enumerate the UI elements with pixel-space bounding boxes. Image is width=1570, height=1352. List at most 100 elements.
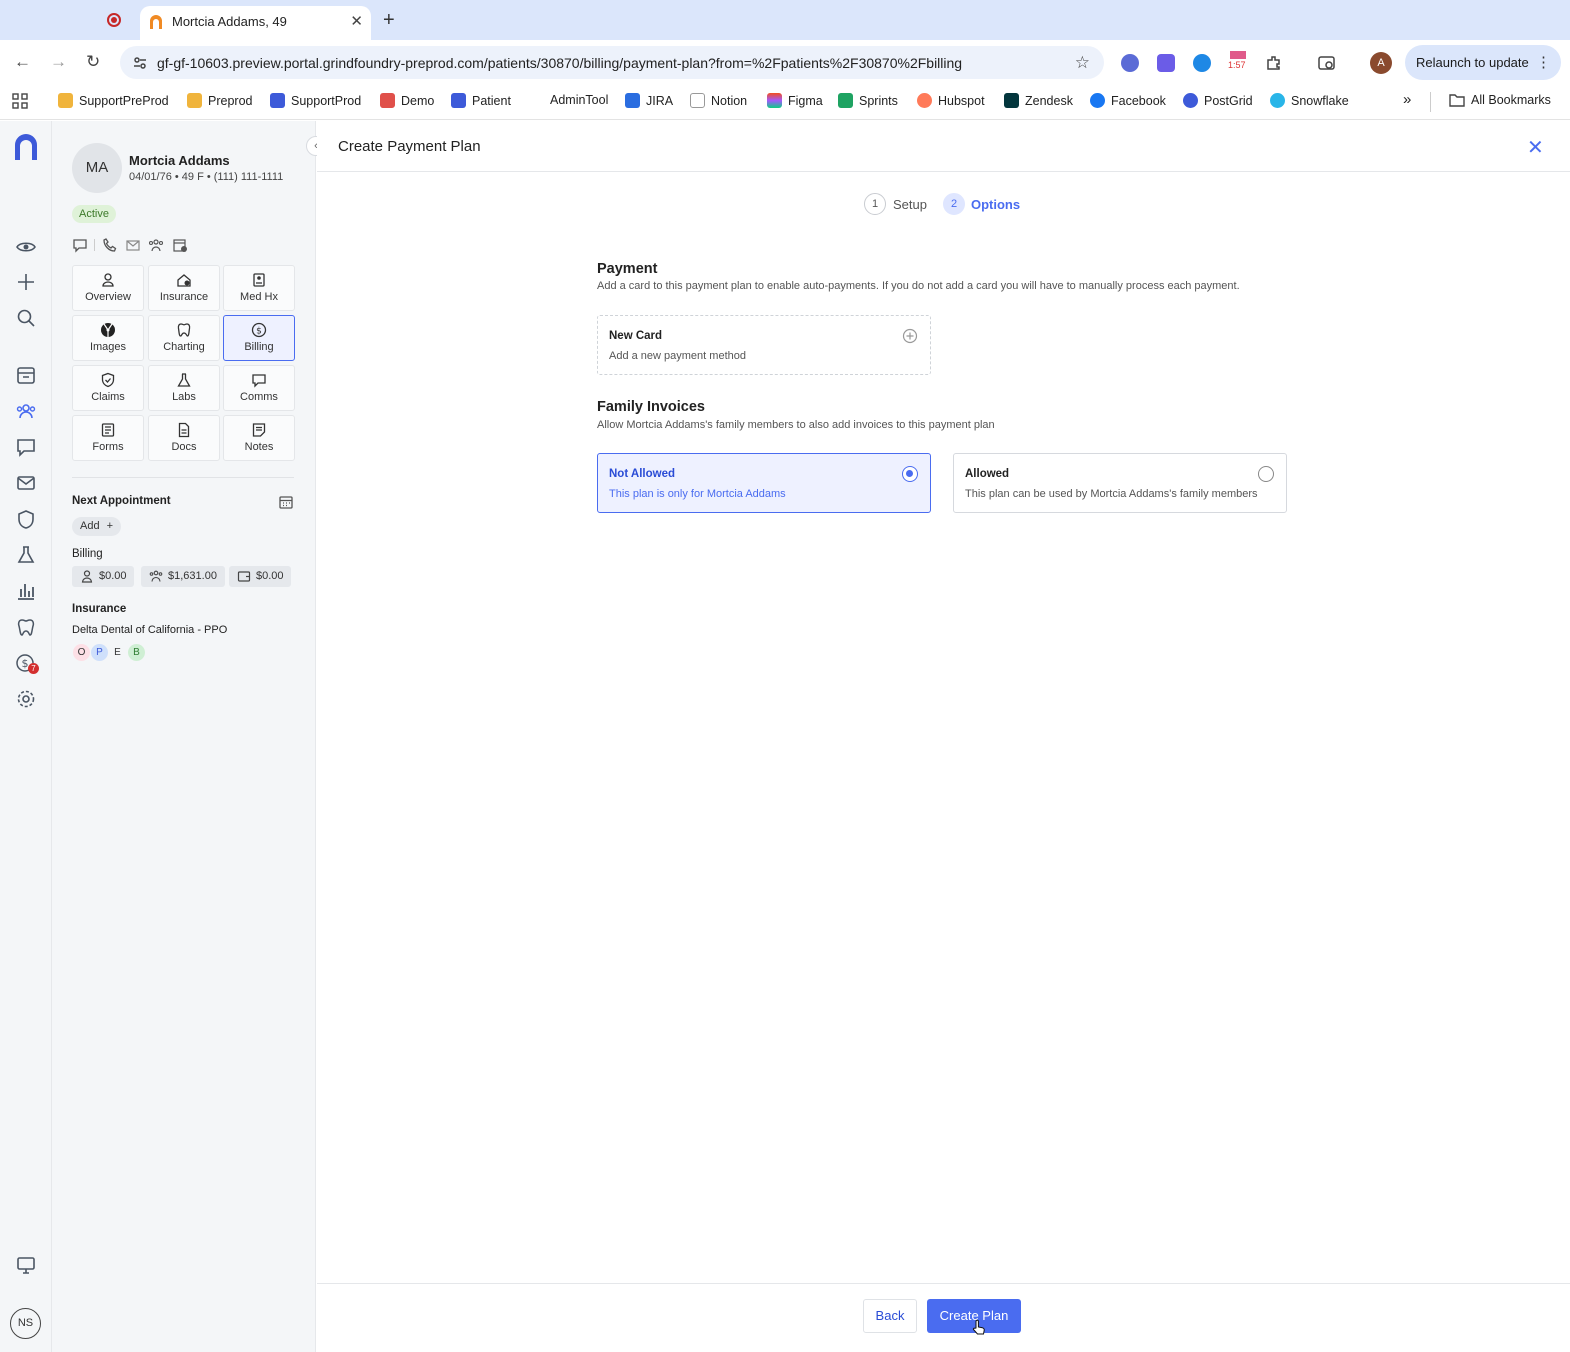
bookmark-figma[interactable]: Figma [767,93,823,108]
tile-billing[interactable]: $ Billing [223,315,295,361]
bookmark-supportpreprod[interactable]: SupportPreProd [58,93,169,108]
site-info-icon[interactable] [132,55,148,71]
lab-flask-icon[interactable] [15,544,37,566]
tile-forms[interactable]: Forms [72,415,144,461]
message-icon[interactable] [72,237,88,253]
tooth-icon [176,322,192,338]
add-appointment-button[interactable]: Add + [72,517,122,536]
status-badge: Active [72,205,116,223]
bookmark-zendesk[interactable]: Zendesk [1004,93,1073,108]
kebab-menu-icon[interactable]: ⋮ [1536,53,1551,71]
calendar-icon[interactable] [278,494,294,510]
reports-chart-icon[interactable] [15,580,37,602]
bookmark-postgrid[interactable]: PostGrid [1183,93,1253,108]
tile-labs[interactable]: Labs [148,365,220,411]
url-omnibox[interactable]: gf-gf-10603.preview.portal.grindfoundry-… [120,46,1104,79]
recording-icon[interactable] [107,13,121,27]
jira-icon [625,93,640,108]
tile-label: Insurance [159,291,209,303]
bookmark-sprints[interactable]: Sprints [838,93,898,108]
sidebar-divider [72,477,294,478]
bookmark-jira[interactable]: JIRA [625,93,673,108]
tile-insurance[interactable]: Insurance [148,265,220,311]
tile-docs[interactable]: Docs [148,415,220,461]
forward-arrow-icon[interactable]: → [50,52,67,72]
patients-icon[interactable] [15,400,37,422]
bookmark-patient[interactable]: Patient [451,93,511,108]
tile-charting[interactable]: Charting [148,315,220,361]
tab-close-icon[interactable]: ✕ [350,12,363,30]
apps-grid-icon[interactable] [12,93,28,109]
profile-avatar[interactable]: A [1370,52,1392,74]
insurance-tag: O [73,644,90,661]
tile-comms[interactable]: Comms [223,365,295,411]
chat-icon[interactable] [15,436,37,458]
family-icon[interactable] [148,237,164,253]
insurance-name[interactable]: Delta Dental of California - PPO [72,624,227,636]
extensions-puzzle-icon[interactable] [1265,54,1283,72]
wallet-balance-chip[interactable]: $0.00 [229,566,291,587]
back-button[interactable]: Back [863,1299,917,1333]
add-icon[interactable] [15,271,37,293]
tooth-icon[interactable] [15,616,37,638]
radio-selected[interactable] [902,466,918,482]
timer-extension-icon[interactable]: 1:57 [1228,49,1247,70]
flask-icon [176,372,192,388]
tile-overview[interactable]: Overview [72,265,144,311]
person-icon [100,272,116,288]
tile-claims[interactable]: Claims [72,365,144,411]
relaunch-button[interactable]: Relaunch to update ⋮ [1405,45,1561,80]
extension-icon[interactable] [1193,54,1211,72]
bookmark-supportprod[interactable]: SupportProd [270,93,361,108]
email-icon[interactable] [125,237,141,253]
bookmark-label: Patient [472,93,511,108]
all-bookmarks-button[interactable]: All Bookmarks [1449,93,1551,107]
browser-tab[interactable]: Mortcia Addams, 49 ✕ [140,6,371,40]
bookmarks-overflow-button[interactable]: » [1403,91,1411,108]
step-label-options[interactable]: Options [971,197,1020,212]
extension-icon[interactable] [1157,54,1175,72]
user-avatar[interactable]: NS [10,1308,41,1339]
schedule-icon[interactable] [15,364,37,386]
bookmark-label: Preprod [208,93,253,108]
bookmark-admintool[interactable]: AdminTool [550,93,608,107]
bookmark-label: Hubspot [938,93,985,108]
form-icon [100,422,116,438]
settings-gear-icon[interactable] [15,688,37,710]
step-label-setup[interactable]: Setup [893,197,927,212]
option-not-allowed[interactable]: Not Allowed This plan is only for Mortci… [597,453,931,513]
eye-icon[interactable] [15,236,37,258]
option-allowed[interactable]: Allowed This plan can be used by Mortcia… [953,453,1287,513]
tile-med-hx[interactable]: Med Hx [223,265,295,311]
remote-support-icon[interactable] [15,1254,37,1276]
browser-tab-bar: Mortcia Addams, 49 ✕ + [0,0,1570,40]
bookmark-hubspot[interactable]: Hubspot [917,93,985,108]
calendar-add-icon[interactable] [172,237,188,253]
tab-search-icon[interactable] [1318,54,1336,72]
new-card-button[interactable]: New Card Add a new payment method [597,315,931,375]
password-manager-icon[interactable] [1121,54,1139,72]
patient-name[interactable]: Mortcia Addams [129,153,230,168]
bookmark-notion[interactable]: Notion [690,93,747,108]
mail-icon[interactable] [15,472,37,494]
bookmark-preprod[interactable]: Preprod [187,93,252,108]
bookmark-star-icon[interactable]: ☆ [1075,53,1090,73]
new-tab-button[interactable]: + [383,9,395,32]
dollar-icon[interactable]: $ 7 [15,652,39,674]
shield-icon[interactable] [15,508,37,530]
reload-icon[interactable]: ↻ [86,52,100,72]
close-icon[interactable]: ✕ [1527,135,1544,160]
search-icon[interactable] [15,307,37,329]
phone-icon[interactable] [102,237,118,253]
radio-unselected[interactable] [1258,466,1274,482]
bookmark-snowflake[interactable]: Snowflake [1270,93,1349,108]
tile-images[interactable]: Images [72,315,144,361]
back-arrow-icon[interactable]: ← [14,52,31,72]
tile-notes[interactable]: Notes [223,415,295,461]
family-balance-chip[interactable]: $1,631.00 [141,566,225,587]
billing-dollar-icon: $ [251,322,267,338]
bookmark-facebook[interactable]: Facebook [1090,93,1166,108]
bookmark-demo[interactable]: Demo [380,93,434,108]
patient-balance-chip[interactable]: $0.00 [72,566,134,587]
app-logo-icon[interactable] [13,133,39,161]
